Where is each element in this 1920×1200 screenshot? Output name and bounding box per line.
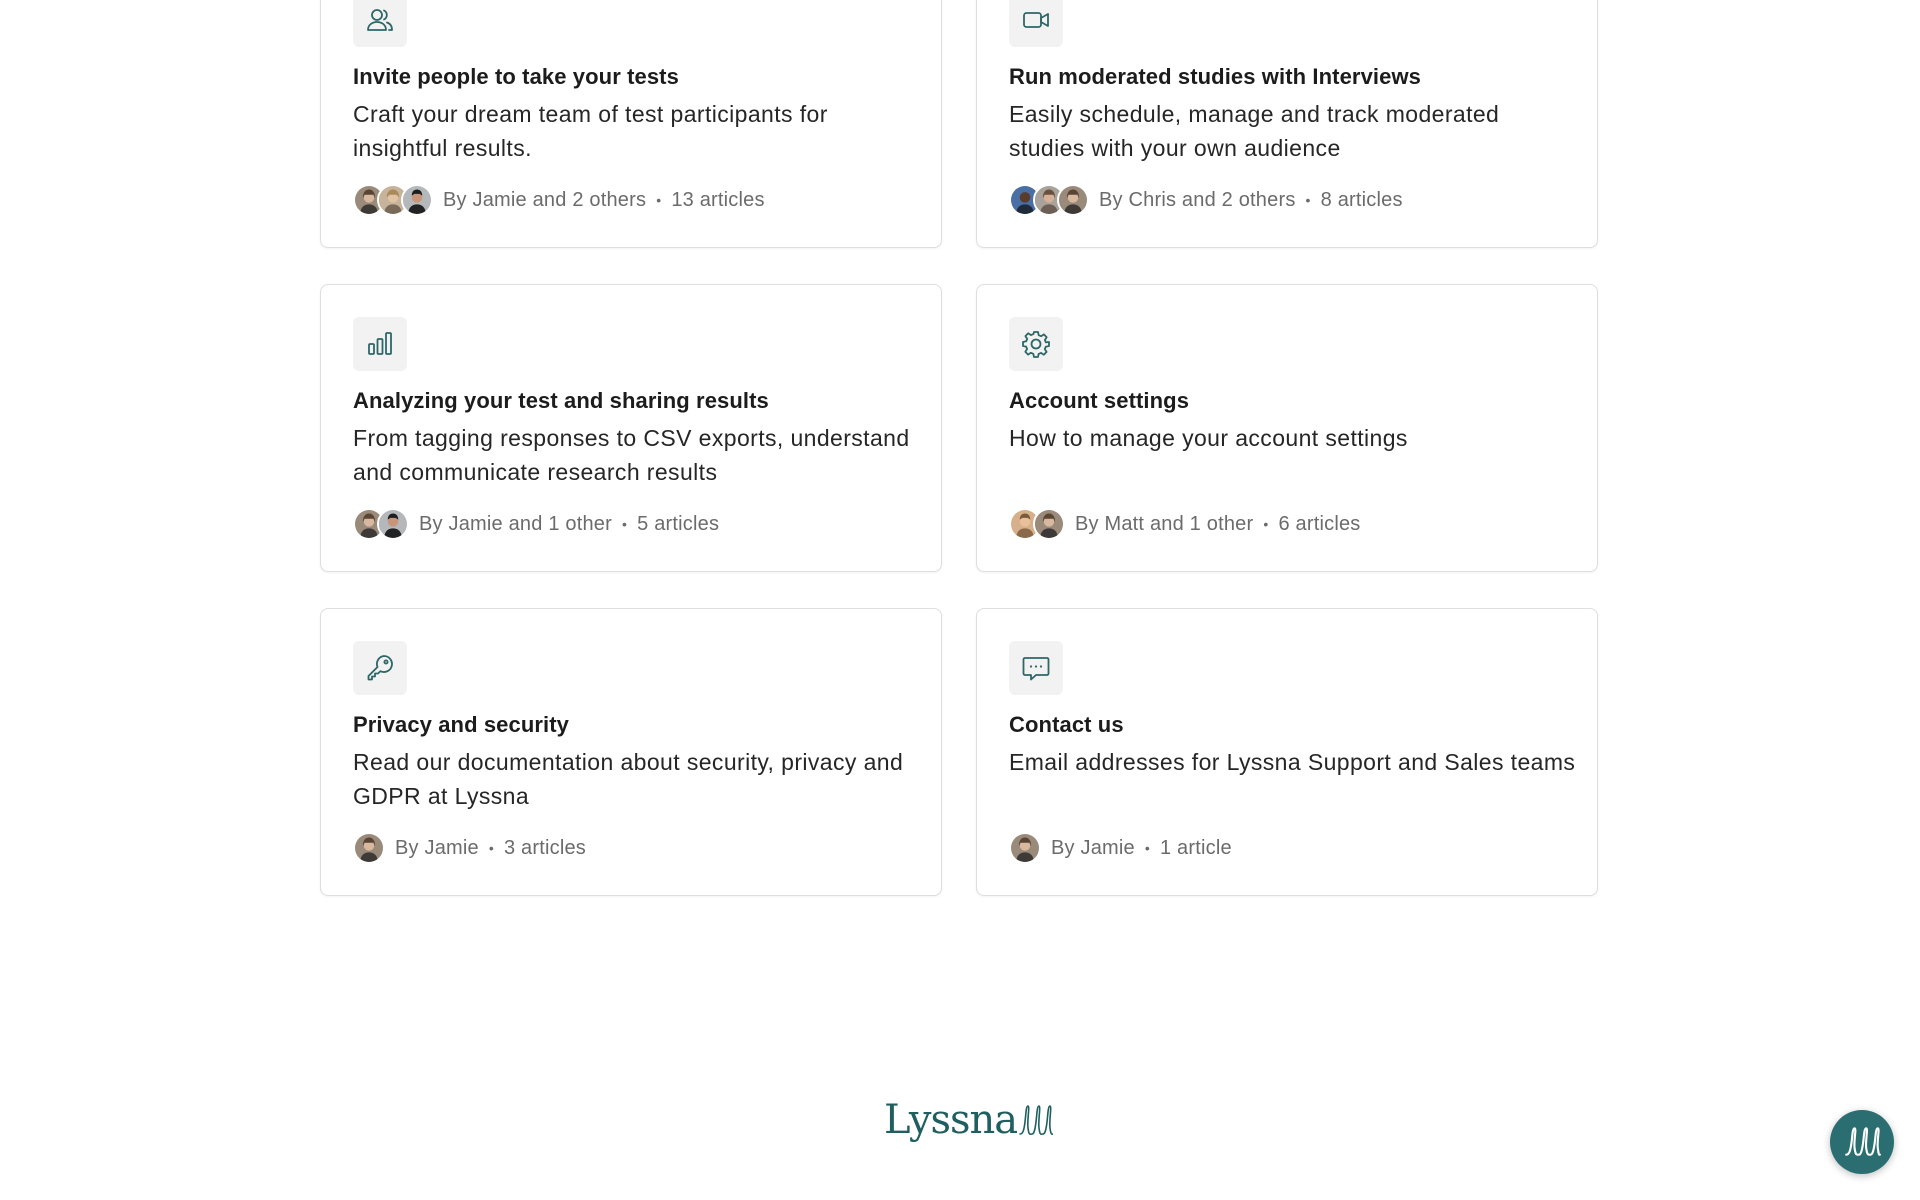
chat-bubble-icon: [1009, 641, 1063, 695]
card-title: Privacy and security: [353, 712, 570, 737]
card-description: Read our documentation about security, p…: [353, 749, 904, 809]
author-line: By Jamie: [1051, 836, 1135, 859]
avatar: [377, 508, 409, 540]
card-meta: By Chris and 2 others • 8 articles: [1009, 183, 1403, 217]
gear-icon: [1009, 317, 1063, 371]
meta-separator: •: [1144, 840, 1150, 856]
card-meta: By Jamie • 3 articles: [353, 831, 586, 865]
collection-card-account-settings[interactable]: Account settings How to manage your acco…: [976, 284, 1598, 572]
card-description: Craft your dream team of test participan…: [353, 101, 828, 161]
card-title: Account settings: [1009, 388, 1190, 413]
article-count: 13 articles: [671, 188, 765, 211]
author-avatars: [353, 508, 409, 540]
author-avatars: [1009, 508, 1065, 540]
meta-separator: •: [1263, 516, 1269, 532]
author-line: By Jamie and 2 others: [443, 188, 647, 211]
article-count: 3 articles: [503, 836, 586, 859]
card-meta: By Jamie • 1 article: [1009, 831, 1232, 865]
video-camera-icon: [1009, 0, 1063, 47]
footer-logo-link[interactable]: Lyssna: [884, 1090, 1054, 1143]
author-line: By Matt and 1 other: [1075, 512, 1254, 535]
avatar: [1057, 184, 1089, 216]
chat-launcher-button[interactable]: [1830, 1110, 1894, 1174]
collection-card-analyzing-results[interactable]: Analyzing your test and sharing results …: [320, 284, 942, 572]
meta-separator: •: [656, 192, 662, 208]
avatar: [401, 184, 433, 216]
article-count: 8 articles: [1320, 188, 1403, 211]
meta-separator: •: [1305, 192, 1311, 208]
meta-separator: •: [488, 840, 494, 856]
avatar: [1009, 832, 1041, 864]
key-icon: [353, 641, 407, 695]
article-count: 6 articles: [1278, 512, 1361, 535]
avatar: [1033, 508, 1065, 540]
card-title: Analyzing your test and sharing results: [353, 388, 769, 413]
lyssna-loops-icon: [1845, 1127, 1881, 1156]
author-avatars: [353, 832, 385, 864]
author-avatars: [353, 184, 433, 216]
card-description: How to manage your account settings: [1009, 425, 1408, 451]
article-count: 5 articles: [637, 512, 720, 535]
card-description: Email addresses for Lyssna Support and S…: [1009, 749, 1576, 775]
author-avatars: [1009, 184, 1089, 216]
card-description: From tagging responses to CSV exports, u…: [353, 425, 910, 485]
lyssna-logo: Lyssna: [884, 1097, 1018, 1143]
article-count: 1 article: [1159, 836, 1232, 859]
collection-card-invite-people[interactable]: Invite people to take your tests Craft y…: [320, 0, 942, 248]
card-title: Invite people to take your tests: [353, 64, 679, 89]
card-meta: By Jamie and 1 other • 5 articles: [353, 507, 719, 541]
author-line: By Jamie and 1 other: [419, 512, 612, 535]
avatar: [353, 832, 385, 864]
meta-separator: •: [622, 516, 628, 532]
card-description: Easily schedule, manage and track modera…: [1009, 101, 1500, 161]
card-title: Contact us: [1009, 712, 1124, 737]
card-title: Run moderated studies with Interviews: [1009, 64, 1421, 89]
lyssna-loops-icon: [1019, 1105, 1054, 1136]
bar-chart-icon: [353, 317, 407, 371]
author-line: By Jamie: [395, 836, 479, 859]
collection-card-contact-us[interactable]: Contact us Email addresses for Lyssna Su…: [976, 608, 1598, 896]
collection-card-privacy-security[interactable]: Privacy and security Read our documentat…: [320, 608, 942, 896]
author-avatars: [1009, 832, 1041, 864]
card-meta: By Jamie and 2 others • 13 articles: [353, 183, 765, 217]
author-line: By Chris and 2 others: [1099, 188, 1296, 211]
people-icon: [353, 0, 407, 47]
card-meta: By Matt and 1 other • 6 articles: [1009, 507, 1360, 541]
collection-card-moderated-studies[interactable]: Run moderated studies with Interviews Ea…: [976, 0, 1598, 248]
